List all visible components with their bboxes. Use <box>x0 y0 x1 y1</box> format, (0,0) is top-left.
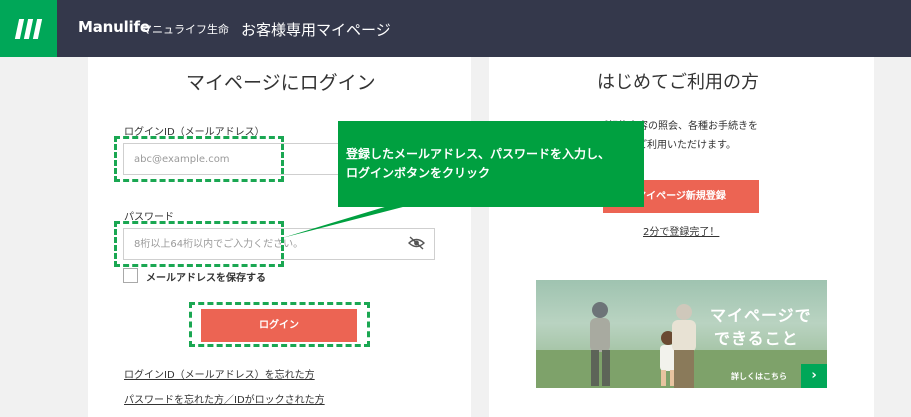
save-email-label: メールアドレスを保存する <box>146 273 266 284</box>
callout-line-2: ログインボタンをクリック <box>346 166 491 180</box>
eye-off-icon[interactable] <box>408 236 425 250</box>
callout-line-1: 登録したメールアドレス、パスワードを入力し、 <box>346 147 611 161</box>
banner-person-icon <box>672 304 696 388</box>
banner-person-icon <box>590 302 610 386</box>
arrow-right-icon[interactable]: › <box>801 364 827 388</box>
manulife-logo-icon[interactable] <box>0 0 57 57</box>
forgot-id-link[interactable]: ログインID（メールアドレス）を忘れた方 <box>124 366 315 381</box>
page-title: お客様専用マイページ <box>241 21 391 39</box>
highlight-id-field <box>114 136 284 182</box>
banner-title-2: できること <box>714 329 799 348</box>
highlight-login-button <box>189 302 370 347</box>
first-time-title: はじめてご利用の方 <box>597 72 759 93</box>
login-title: マイページにログイン <box>186 72 376 94</box>
register-time-link[interactable]: 2分で登録完了！ <box>643 223 719 238</box>
brand-name: Manulife <box>78 18 150 36</box>
top-header: Manulife マニュライフ生命 お客様専用マイページ <box>0 0 911 57</box>
forgot-password-link[interactable]: パスワードを忘れた方／IDがロックされた方 <box>124 391 325 406</box>
banner-link-text[interactable]: 詳しくはこちら <box>731 371 787 382</box>
first-time-desc-2: ご利用いただけます。 <box>637 140 736 151</box>
instruction-callout: 登録したメールアドレス、パスワードを入力し、 ログインボタンをクリック <box>338 121 644 207</box>
highlight-password-field <box>114 221 284 267</box>
save-email-checkbox[interactable] <box>123 268 138 283</box>
brand-subtitle: マニュライフ生命 <box>141 23 229 36</box>
banner-title-1: マイページで <box>710 306 812 325</box>
